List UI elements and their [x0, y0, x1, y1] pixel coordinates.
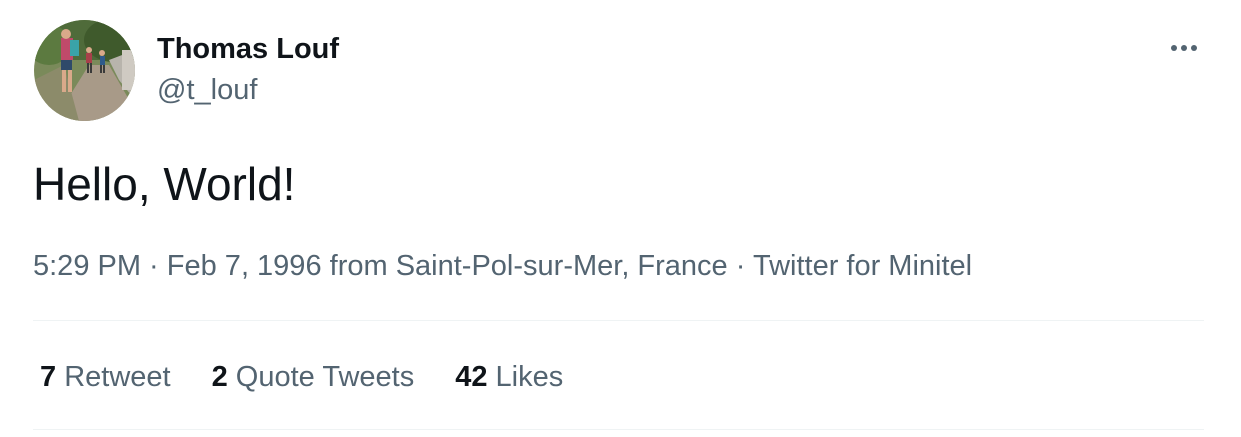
- more-options-icon[interactable]: [1164, 33, 1204, 63]
- avatar[interactable]: [34, 20, 135, 121]
- avatar-photo-icon: [34, 20, 135, 121]
- tweet-stats: 7 Retweet 2 Quote Tweets 42 Likes: [40, 359, 604, 395]
- meta-separator: ·: [141, 250, 167, 282]
- tweet-location[interactable]: Saint-Pol-sur-Mer, France: [396, 250, 728, 282]
- likes-stat[interactable]: 42 Likes: [455, 359, 563, 395]
- location-prefix: from: [321, 250, 396, 282]
- retweets-stat[interactable]: 7 Retweet: [40, 359, 171, 395]
- likes-count: 42: [455, 361, 488, 393]
- retweets-label: Retweet: [64, 361, 171, 393]
- quote-tweets-count: 2: [211, 361, 228, 393]
- tweet-time[interactable]: 5:29 PM: [33, 250, 141, 282]
- author-handle[interactable]: @t_louf: [157, 72, 257, 108]
- divider: [33, 429, 1204, 430]
- tweet-source[interactable]: Twitter for Minitel: [753, 250, 972, 282]
- more-dot: [1171, 45, 1177, 51]
- more-dot: [1191, 45, 1197, 51]
- more-dot: [1181, 45, 1187, 51]
- retweets-count: 7: [40, 361, 57, 393]
- divider: [33, 320, 1204, 321]
- likes-label: Likes: [495, 361, 564, 393]
- meta-separator: ·: [727, 250, 753, 282]
- quote-tweets-stat[interactable]: 2 Quote Tweets: [212, 359, 415, 395]
- tweet-metadata: 5:29 PM · Feb 7, 1996 from Saint-Pol-sur…: [33, 248, 972, 284]
- tweet-card: Thomas Louf @t_louf Hello, World! 5:29 P…: [0, 0, 1241, 437]
- quote-tweets-label: Quote Tweets: [235, 361, 415, 393]
- author-display-name[interactable]: Thomas Louf: [157, 31, 339, 67]
- tweet-date[interactable]: Feb 7, 1996: [167, 250, 322, 282]
- tweet-text: Hello, World!: [33, 158, 296, 210]
